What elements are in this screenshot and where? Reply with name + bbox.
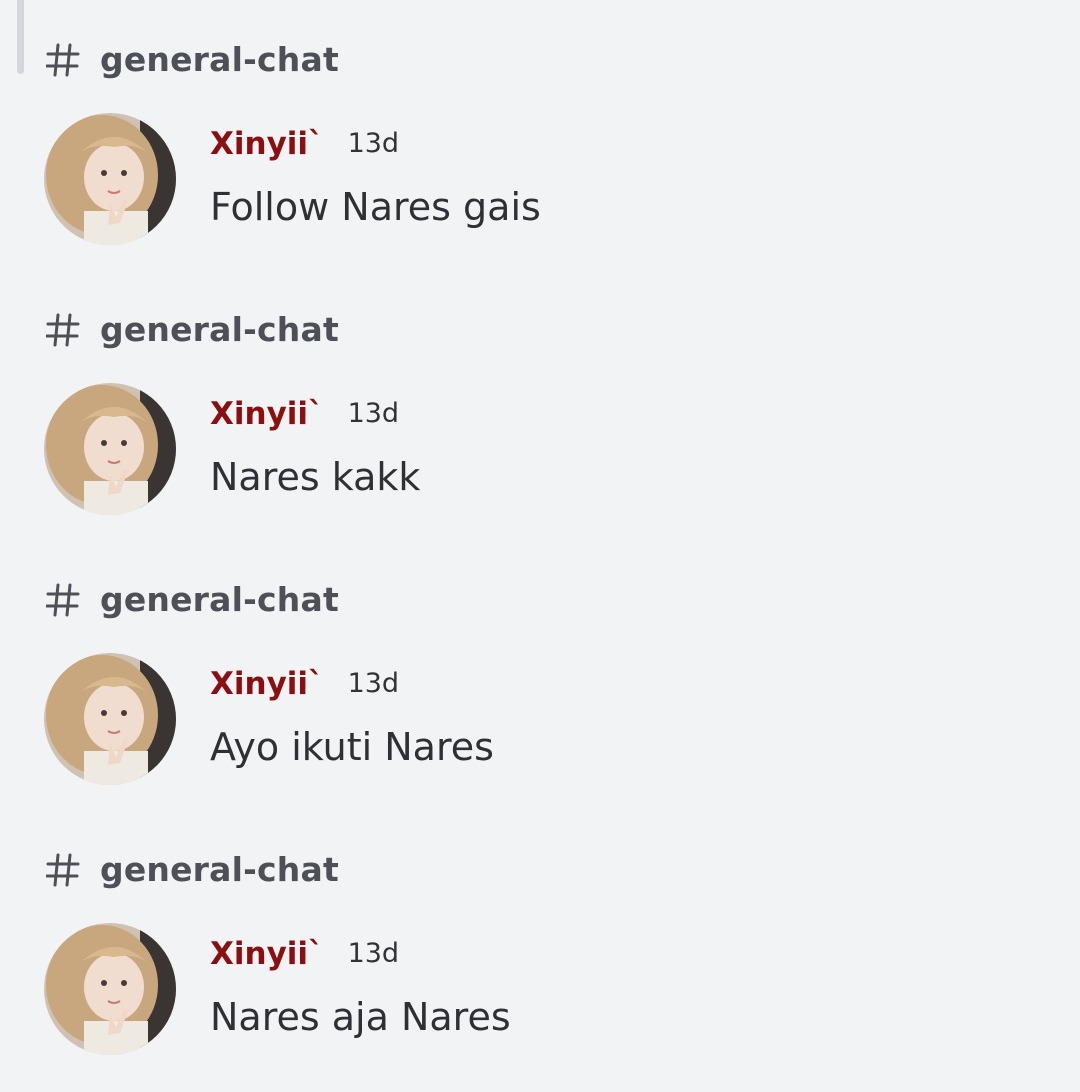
message-meta: Xinyii` 13d xyxy=(210,932,399,976)
channel-name: general-chat xyxy=(100,310,339,349)
channel-header[interactable]: general-chat xyxy=(46,308,339,352)
username[interactable]: Xinyii` xyxy=(210,932,324,976)
channel-header[interactable]: general-chat xyxy=(46,578,339,622)
avatar[interactable] xyxy=(44,383,176,515)
channel-header[interactable]: general-chat xyxy=(46,38,339,82)
avatar[interactable] xyxy=(44,923,176,1055)
mention-item[interactable]: general-chat Xinyii` 13d Ayo ikuti Nares xyxy=(0,540,1080,790)
hash-icon xyxy=(46,43,80,77)
username[interactable]: Xinyii` xyxy=(210,122,324,166)
message-text: Nares kakk xyxy=(210,455,421,499)
timestamp: 13d xyxy=(347,668,400,699)
username[interactable]: Xinyii` xyxy=(210,392,324,436)
message-text: Ayo ikuti Nares xyxy=(210,725,494,769)
channel-name: general-chat xyxy=(100,40,339,79)
channel-header[interactable]: general-chat xyxy=(46,848,339,892)
timestamp: 13d xyxy=(347,128,400,159)
username[interactable]: Xinyii` xyxy=(210,662,324,706)
mention-item[interactable]: general-chat Xinyii` 13d Nares kakk xyxy=(0,270,1080,520)
timestamp: 13d xyxy=(347,398,400,429)
message-text: Nares aja Nares xyxy=(210,995,511,1039)
avatar[interactable] xyxy=(44,653,176,785)
message-meta: Xinyii` 13d xyxy=(210,392,399,436)
message-text: Follow Nares gais xyxy=(210,185,541,229)
channel-name: general-chat xyxy=(100,580,339,619)
timestamp: 13d xyxy=(347,938,400,969)
avatar[interactable] xyxy=(44,113,176,245)
hash-icon xyxy=(46,853,80,887)
channel-name: general-chat xyxy=(100,850,339,889)
mention-item[interactable]: general-chat Xinyii` 13d Nares aja Nares xyxy=(0,810,1080,1060)
mention-item[interactable]: general-chat Xinyii` 13d Follow Nares ga… xyxy=(0,0,1080,250)
hash-icon xyxy=(46,583,80,617)
message-meta: Xinyii` 13d xyxy=(210,662,399,706)
hash-icon xyxy=(46,313,80,347)
message-meta: Xinyii` 13d xyxy=(210,122,399,166)
